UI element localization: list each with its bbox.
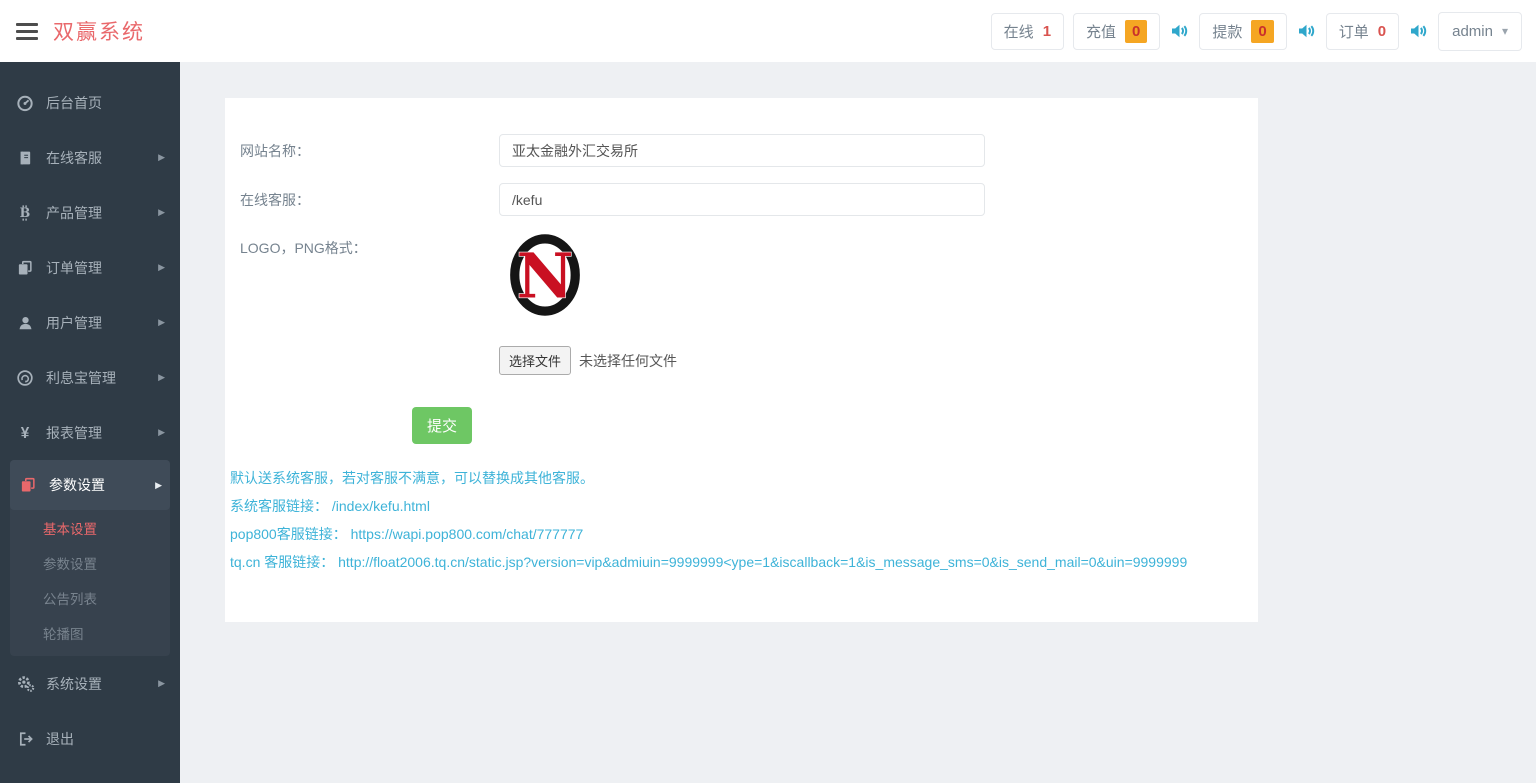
- sidebar-item-label: 利息宝管理: [46, 368, 116, 388]
- sidebar-item-products[interactable]: B 产品管理 ▶: [0, 185, 180, 240]
- submenu-label: 轮播图: [43, 623, 84, 643]
- submenu-label: 基本设置: [43, 518, 97, 538]
- sidebar-item-label: 在线客服: [46, 148, 102, 168]
- sidebar-subitem-carousel[interactable]: 轮播图: [10, 615, 170, 650]
- order-stat-label: 订单: [1339, 21, 1369, 42]
- choose-file-button[interactable]: 选择文件: [499, 346, 571, 375]
- app-title: 双赢系统: [53, 16, 145, 46]
- sidebar-item-orders[interactable]: 订单管理 ▶: [0, 240, 180, 295]
- book-icon: [15, 148, 35, 168]
- sidebar-item-system-settings[interactable]: 系统设置 ▶: [0, 656, 180, 711]
- sidebar-item-dashboard[interactable]: 后台首页: [0, 75, 180, 130]
- logo-block: N 选择文件 未选择任何文件: [499, 232, 677, 375]
- sidebar-item-label: 报表管理: [46, 423, 102, 443]
- submit-row: 提交: [412, 407, 1258, 444]
- site-name-label: 网站名称：: [225, 141, 499, 161]
- chevron-right-icon: ▶: [158, 372, 165, 383]
- sidebar-item-label: 用户管理: [46, 313, 102, 333]
- logout-icon: [15, 729, 35, 749]
- file-input-row: 选择文件 未选择任何文件: [499, 346, 677, 375]
- settings-card: 网站名称： 在线客服： LOGO，PNG格式： N 选择文件 未选择任何文件: [225, 98, 1258, 622]
- logo-row: LOGO，PNG格式： N 选择文件 未选择任何文件: [225, 232, 1258, 375]
- online-service-input[interactable]: [499, 183, 985, 216]
- recharge-speaker-icon[interactable]: [1169, 21, 1190, 41]
- sidebar-item-label: 后台首页: [46, 93, 102, 113]
- sidebar-subitem-announcements[interactable]: 公告列表: [10, 580, 170, 615]
- sidebar-item-label: 系统设置: [46, 674, 102, 694]
- site-name-row: 网站名称：: [225, 134, 1258, 167]
- submit-button[interactable]: 提交: [412, 407, 472, 444]
- chevron-right-icon: ▶: [158, 678, 165, 689]
- order-stat-value: 0: [1378, 23, 1386, 40]
- site-logo: N: [503, 232, 587, 318]
- withdraw-speaker-icon[interactable]: [1296, 21, 1317, 41]
- note-system-service-link: 系统客服链接： /index/kefu.html: [230, 498, 1258, 514]
- logo-label: LOGO，PNG格式：: [225, 232, 499, 258]
- svg-text:B: B: [20, 205, 31, 220]
- submenu-label: 参数设置: [43, 553, 97, 573]
- recharge-stat-box[interactable]: 充值 0: [1073, 13, 1160, 50]
- note-default-service: 默认送系统客服，若对客服不满意，可以替换成其他客服。: [230, 470, 1258, 486]
- sidebar-item-logout[interactable]: 退出: [0, 711, 180, 766]
- gears-icon: [15, 674, 35, 694]
- sidebar-item-label: 退出: [46, 729, 74, 749]
- online-service-row: 在线客服：: [225, 183, 1258, 216]
- withdraw-stat-value: 0: [1251, 20, 1273, 43]
- chevron-right-icon: ▶: [158, 317, 165, 328]
- sidebar-item-label: 产品管理: [46, 203, 102, 223]
- withdraw-stat-label: 提款: [1212, 21, 1242, 42]
- recharge-stat-label: 充值: [1086, 21, 1116, 42]
- chevron-right-icon: ▶: [158, 152, 165, 163]
- main-content: 网站名称： 在线客服： LOGO，PNG格式： N 选择文件 未选择任何文件: [180, 62, 1536, 783]
- header-right: 在线 1 充值 0 提款 0 订单 0 admin ▾: [991, 12, 1536, 51]
- service-notes: 默认送系统客服，若对客服不满意，可以替换成其他客服。 系统客服链接： /inde…: [225, 470, 1258, 570]
- order-stat-box[interactable]: 订单 0: [1326, 13, 1399, 50]
- admin-username: admin: [1452, 23, 1493, 40]
- recharge-stat-value: 0: [1125, 20, 1147, 43]
- copy-icon: [15, 258, 35, 278]
- sidebar-group-parameters: 参数设置 ▶ 基本设置 参数设置 公告列表 轮播图: [10, 460, 170, 656]
- note-tqcn-service-link: tq.cn 客服链接： http://float2006.tq.cn/stati…: [230, 554, 1258, 570]
- sidebar-item-reports[interactable]: ¥ 报表管理 ▶: [0, 405, 180, 460]
- sidebar-item-online-service[interactable]: 在线客服 ▶: [0, 130, 180, 185]
- bitcoin-icon: B: [15, 203, 35, 223]
- chevron-down-icon: ▾: [1502, 25, 1508, 37]
- chevron-right-icon: ▶: [158, 207, 165, 218]
- sidebar-item-users[interactable]: 用户管理 ▶: [0, 295, 180, 350]
- sidebar-subitem-parameter-settings[interactable]: 参数设置: [10, 545, 170, 580]
- chevron-right-icon: ▶: [158, 427, 165, 438]
- svg-text:¥: ¥: [21, 424, 30, 441]
- order-speaker-icon[interactable]: [1408, 21, 1429, 41]
- online-stat-value: 1: [1043, 23, 1051, 40]
- yen-icon: ¥: [15, 423, 35, 443]
- submenu-label: 公告列表: [43, 588, 97, 608]
- file-status-text: 未选择任何文件: [579, 351, 677, 371]
- sidebar-subitem-basic-settings[interactable]: 基本设置: [10, 510, 170, 545]
- online-stat-box[interactable]: 在线 1: [991, 13, 1064, 50]
- online-stat-label: 在线: [1004, 21, 1034, 42]
- site-name-input[interactable]: [499, 134, 985, 167]
- hamburger-menu-icon[interactable]: [16, 19, 40, 44]
- circle-arrow-icon: [15, 368, 35, 388]
- user-icon: [15, 313, 35, 333]
- chevron-right-icon: ▶: [155, 480, 162, 491]
- dashboard-icon: [15, 93, 35, 113]
- sidebar: 后台首页 在线客服 ▶ B 产品管理 ▶ 订单管理 ▶: [0, 62, 180, 783]
- admin-user-menu[interactable]: admin ▾: [1438, 12, 1522, 51]
- sidebar-item-label: 参数设置: [49, 475, 105, 495]
- copy-icon: [18, 475, 38, 495]
- sidebar-item-interest[interactable]: 利息宝管理 ▶: [0, 350, 180, 405]
- top-header: 双赢系统 在线 1 充值 0 提款 0 订单 0 admin ▾: [0, 0, 1536, 62]
- note-pop800-service-link: pop800客服链接： https://wapi.pop800.com/chat…: [230, 526, 1258, 542]
- chevron-right-icon: ▶: [158, 262, 165, 273]
- withdraw-stat-box[interactable]: 提款 0: [1199, 13, 1286, 50]
- sidebar-item-label: 订单管理: [46, 258, 102, 278]
- online-service-label: 在线客服：: [225, 190, 499, 210]
- svg-text:N: N: [517, 240, 574, 313]
- sidebar-item-parameters[interactable]: 参数设置 ▶: [10, 460, 170, 510]
